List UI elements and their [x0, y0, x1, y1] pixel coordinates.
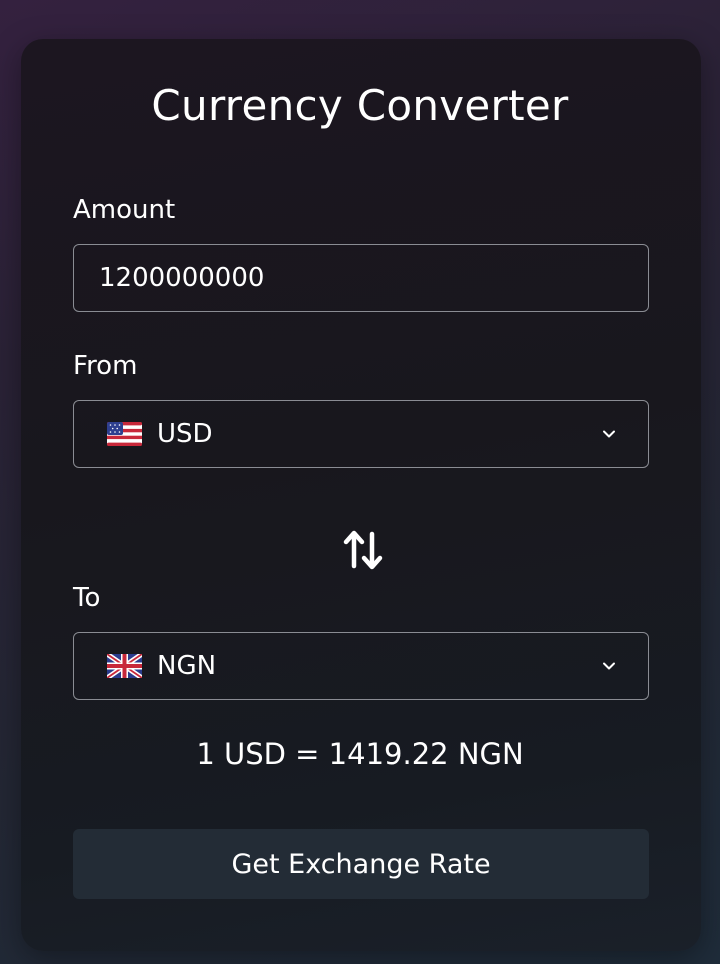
get-exchange-rate-button[interactable]: Get Exchange Rate: [73, 829, 649, 899]
page-title: Currency Converter: [151, 81, 569, 130]
from-label: From: [73, 351, 138, 381]
amount-input[interactable]: [73, 244, 649, 312]
us-flag-icon: [107, 422, 142, 446]
to-currency-select[interactable]: NGN: [73, 632, 649, 700]
swap-arrows-icon[interactable]: [343, 528, 383, 572]
to-label: To: [73, 583, 101, 613]
uk-flag-icon: [107, 654, 142, 678]
to-currency-code: NGN: [157, 651, 217, 681]
from-currency-select[interactable]: USD: [73, 400, 649, 468]
chevron-down-icon: [603, 662, 615, 670]
from-currency-code: USD: [157, 419, 213, 449]
exchange-rate-text: 1 USD = 1419.22 NGN: [196, 737, 524, 771]
converter-card: [21, 39, 701, 951]
chevron-down-icon: [603, 430, 615, 438]
amount-label: Amount: [73, 195, 176, 225]
